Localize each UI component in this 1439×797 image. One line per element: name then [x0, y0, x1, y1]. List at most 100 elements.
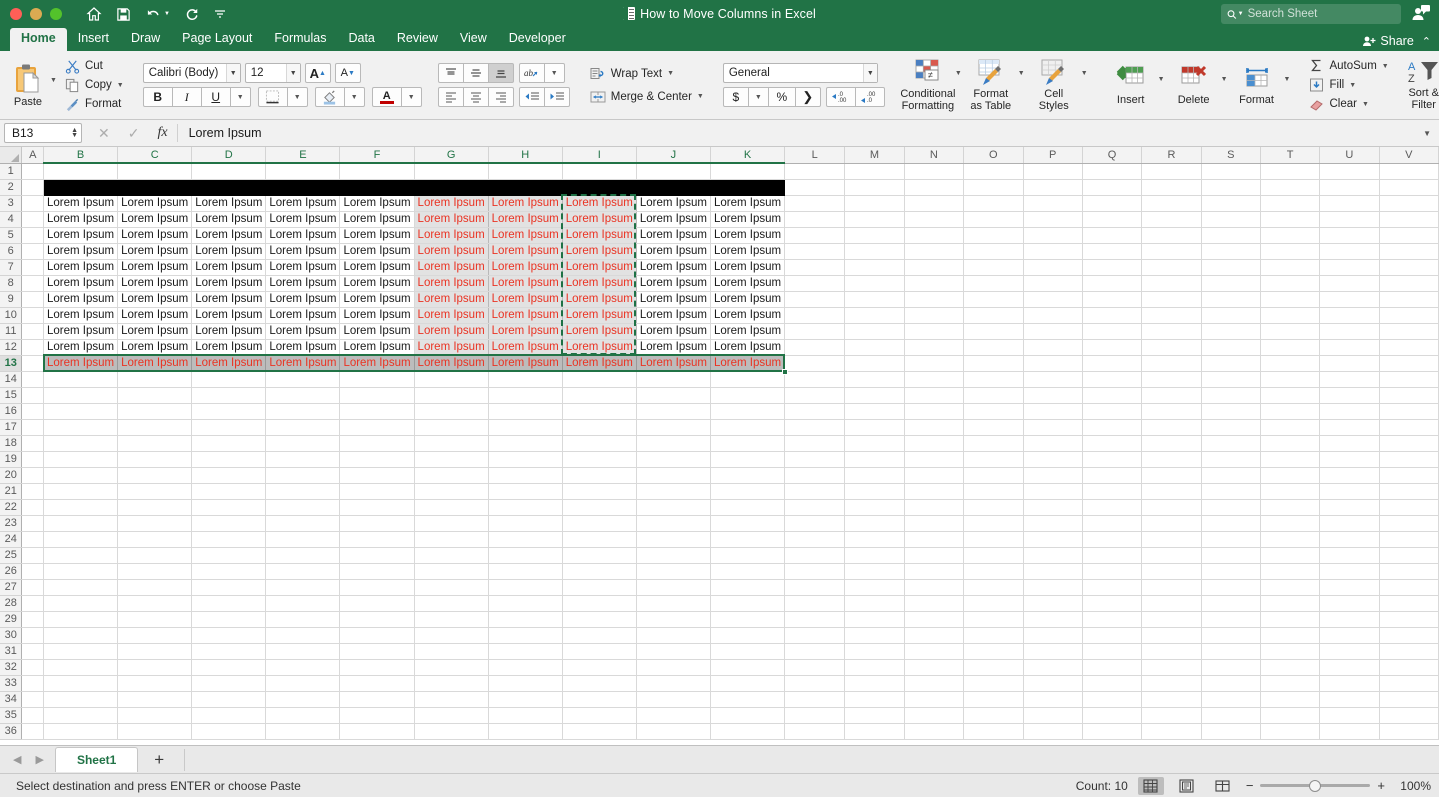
cell-A3[interactable] [21, 195, 44, 212]
cell-U35[interactable] [1319, 707, 1380, 724]
cell-B29[interactable] [43, 611, 119, 628]
cell-A25[interactable] [21, 547, 44, 564]
cell-A22[interactable] [21, 499, 44, 516]
cell-E33[interactable] [265, 675, 341, 692]
cell-S33[interactable] [1201, 675, 1261, 692]
row-header-9[interactable]: 9 [0, 291, 23, 308]
cell-B22[interactable] [43, 499, 119, 516]
cell-M26[interactable] [844, 563, 905, 580]
cell-U23[interactable] [1319, 515, 1380, 532]
cell-M30[interactable] [844, 627, 905, 644]
cell-L1[interactable] [784, 163, 846, 180]
cell-N3[interactable] [904, 195, 965, 212]
cell-R26[interactable] [1141, 563, 1202, 580]
cell-D1[interactable] [191, 163, 267, 180]
row-header-16[interactable]: 16 [0, 403, 23, 420]
cell-G15[interactable] [414, 387, 489, 404]
cell-A20[interactable] [21, 467, 44, 484]
paste-dropdown-icon[interactable]: ▼ [50, 77, 57, 84]
cell-V7[interactable] [1379, 259, 1439, 276]
cell-O18[interactable] [963, 435, 1024, 452]
cell-J27[interactable] [636, 579, 711, 596]
cell-Q7[interactable] [1082, 259, 1143, 276]
cell-N23[interactable] [904, 515, 965, 532]
cell-F30[interactable] [339, 627, 415, 644]
cell-L4[interactable] [784, 211, 846, 228]
cell-D11[interactable]: Lorem Ipsum [191, 323, 267, 340]
cell-V12[interactable] [1379, 339, 1439, 356]
cell-J32[interactable] [636, 659, 711, 676]
cell-G2[interactable] [414, 179, 489, 196]
cell-S36[interactable] [1201, 723, 1261, 740]
cell-B36[interactable] [43, 723, 119, 740]
cell-Q8[interactable] [1082, 275, 1143, 292]
cell-N17[interactable] [904, 419, 965, 436]
cell-Q9[interactable] [1082, 291, 1143, 308]
page-break-view-icon[interactable] [1210, 777, 1236, 795]
cell-O35[interactable] [963, 707, 1024, 724]
cell-E21[interactable] [265, 483, 341, 500]
cell-H16[interactable] [488, 403, 563, 420]
cell-O3[interactable] [963, 195, 1024, 212]
cell-D15[interactable] [191, 387, 267, 404]
cell-L6[interactable] [784, 243, 846, 260]
cell-L23[interactable] [784, 515, 846, 532]
cell-S29[interactable] [1201, 611, 1261, 628]
cell-G31[interactable] [414, 643, 489, 660]
cell-C5[interactable]: Lorem Ipsum [117, 227, 193, 244]
cell-L30[interactable] [784, 627, 846, 644]
cell-D31[interactable] [191, 643, 267, 660]
font-color-dropdown-icon[interactable]: ▼ [400, 87, 422, 107]
cell-Q2[interactable] [1082, 179, 1143, 196]
chevron-down-icon[interactable]: ▼ [225, 64, 240, 82]
cell-V36[interactable] [1379, 723, 1439, 740]
cell-H6[interactable]: Lorem Ipsum [488, 243, 563, 260]
cell-J34[interactable] [636, 691, 711, 708]
cell-Q10[interactable] [1082, 307, 1143, 324]
cell-I9[interactable]: Lorem Ipsum [562, 291, 637, 308]
cell-C15[interactable] [117, 387, 193, 404]
prev-sheet-icon[interactable]: ◀ [6, 753, 28, 766]
cell-C17[interactable] [117, 419, 193, 436]
cell-U1[interactable] [1319, 163, 1380, 180]
cell-H9[interactable]: Lorem Ipsum [488, 291, 563, 308]
cell-F22[interactable] [339, 499, 415, 516]
cell-R28[interactable] [1141, 595, 1202, 612]
cell-F4[interactable]: Lorem Ipsum [339, 211, 415, 228]
cell-C14[interactable] [117, 371, 193, 388]
cell-Q35[interactable] [1082, 707, 1143, 724]
cell-L13[interactable] [784, 355, 846, 372]
cell-P14[interactable] [1023, 371, 1083, 388]
normal-view-icon[interactable] [1137, 776, 1164, 795]
cell-C24[interactable] [117, 531, 193, 548]
cell-U12[interactable] [1319, 339, 1380, 356]
cell-U33[interactable] [1319, 675, 1380, 692]
cell-F31[interactable] [339, 643, 415, 660]
cell-C8[interactable]: Lorem Ipsum [117, 275, 193, 292]
cell-I30[interactable] [562, 627, 637, 644]
chevron-down-icon[interactable]: ▼ [862, 64, 877, 82]
cell-M35[interactable] [844, 707, 905, 724]
cell-G12[interactable]: Lorem Ipsum [414, 339, 489, 356]
cell-N1[interactable] [904, 163, 965, 180]
cell-B27[interactable] [43, 579, 119, 596]
cell-O31[interactable] [963, 643, 1024, 660]
cell-N15[interactable] [904, 387, 965, 404]
cell-K5[interactable]: Lorem Ipsum [710, 227, 786, 244]
cell-H32[interactable] [488, 659, 563, 676]
cell-T26[interactable] [1260, 563, 1321, 580]
row-header-17[interactable]: 17 [0, 419, 23, 436]
cell-S6[interactable] [1201, 243, 1261, 260]
cell-J14[interactable] [636, 371, 711, 388]
cell-C30[interactable] [117, 627, 193, 644]
cell-C29[interactable] [117, 611, 193, 628]
row-header-35[interactable]: 35 [0, 707, 23, 724]
cell-N16[interactable] [904, 403, 965, 420]
cell-D24[interactable] [191, 531, 267, 548]
cell-U21[interactable] [1319, 483, 1380, 500]
cell-K9[interactable]: Lorem Ipsum [710, 291, 786, 308]
cell-A19[interactable] [21, 451, 44, 468]
cell-O14[interactable] [963, 371, 1024, 388]
row-header-12[interactable]: 12 [0, 339, 23, 356]
cell-N29[interactable] [904, 611, 965, 628]
